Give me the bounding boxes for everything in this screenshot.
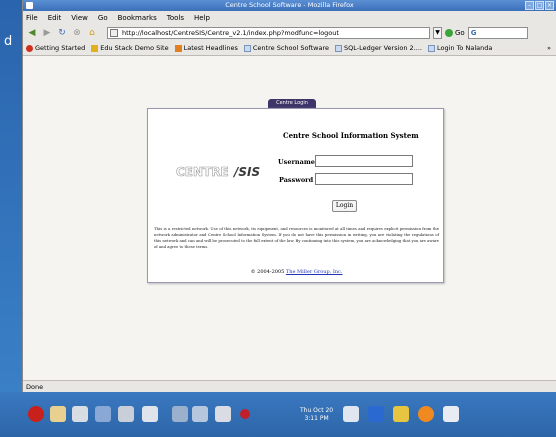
desktop-background: d [0, 0, 22, 392]
menu-view[interactable]: View [71, 14, 88, 22]
username-input[interactable] [315, 155, 413, 167]
bookmark-centre-school[interactable]: Centre School Software [243, 44, 329, 52]
firefox-icon [26, 44, 33, 52]
url-input[interactable]: http://localhost/CentreSIS/Centre_v2.1/i… [107, 27, 430, 39]
desktop-icon-label: d [4, 34, 13, 49]
page-icon [427, 44, 435, 52]
menu-edit[interactable]: Edit [48, 14, 62, 22]
miller-group-link[interactable]: The Miller Group, Inc. [286, 269, 343, 275]
legal-notice: This is a restricted network. Use of thi… [154, 226, 439, 249]
menu-go[interactable]: Go [98, 14, 108, 22]
redhat-menu-icon[interactable] [28, 406, 44, 422]
go-icon [445, 29, 453, 37]
system-title: Centre School Information System [283, 131, 419, 140]
back-icon[interactable]: ◀ [26, 27, 38, 39]
title-bar[interactable]: Centre School Software - Mozilla Firefox… [23, 0, 556, 11]
menu-help[interactable]: Help [194, 14, 210, 22]
page-content: Centre Login Centre School Information S… [23, 56, 556, 380]
rss-icon [174, 44, 182, 52]
bookmark-latest-headlines[interactable]: Latest Headlines [174, 44, 238, 52]
notes-icon[interactable] [215, 406, 231, 422]
login-button[interactable]: Login [332, 200, 357, 212]
firefox-icon[interactable] [418, 406, 434, 422]
bookmark-edu-stack[interactable]: Edu Stack Demo Site [91, 44, 169, 52]
menu-bookmarks[interactable]: Bookmarks [118, 14, 157, 22]
browser-icon[interactable] [72, 406, 88, 422]
go-label: Go [455, 29, 465, 37]
username-label: Username [278, 158, 315, 166]
menu-tools[interactable]: Tools [167, 14, 184, 22]
login-tab: Centre Login [268, 99, 316, 108]
url-text: http://localhost/CentreSIS/Centre_v2.1/i… [122, 29, 339, 37]
maximize-button[interactable]: □ [535, 1, 544, 10]
page-icon [110, 29, 118, 37]
browser-window: Centre School Software - Mozilla Firefox… [22, 0, 556, 392]
go-button[interactable]: Go [445, 29, 465, 37]
url-history-dropdown[interactable]: ▼ [433, 27, 442, 39]
window-title: Centre School Software - Mozilla Firefox [225, 1, 354, 9]
login-panel: Centre School Information System CENTRE … [147, 108, 444, 283]
centre-sis-logo: CENTRE /SIS [176, 165, 260, 179]
graphics-icon[interactable] [142, 406, 158, 422]
chevron-right-icon[interactable]: » [547, 44, 556, 52]
mail-icon[interactable] [50, 406, 66, 422]
svg-text:CENTRE: CENTRE [176, 165, 229, 179]
password-label: Password [279, 176, 314, 184]
forward-icon[interactable]: ▶ [41, 27, 53, 39]
window-list-icon[interactable] [192, 406, 208, 422]
window-menu-icon[interactable] [26, 2, 33, 9]
password-input[interactable] [315, 173, 413, 185]
presentation-icon[interactable] [118, 406, 134, 422]
svg-text:/SIS: /SIS [232, 165, 260, 179]
bookmarks-toolbar: Getting Started Edu Stack Demo Site Late… [23, 41, 556, 56]
editor-icon[interactable] [95, 406, 111, 422]
reload-icon[interactable]: ↻ [56, 27, 68, 39]
bookmark-nalanda[interactable]: Login To Nalanda [427, 44, 492, 52]
update-icon[interactable] [393, 406, 409, 422]
search-input[interactable]: G [467, 27, 528, 39]
page-icon [335, 44, 342, 52]
workspace-switcher-icon[interactable] [172, 406, 188, 422]
network-icon[interactable] [368, 406, 384, 422]
print-icon[interactable] [443, 406, 459, 422]
status-bar: Done [23, 380, 556, 392]
volume-icon[interactable] [343, 406, 359, 422]
clock[interactable]: Thu Oct 20 3:11 PM [300, 407, 333, 423]
home-icon[interactable]: ⌂ [86, 27, 98, 39]
stop-icon[interactable]: ⊗ [71, 27, 83, 39]
menu-file[interactable]: File [26, 14, 38, 22]
close-button[interactable]: × [545, 1, 554, 10]
page-icon [243, 44, 251, 52]
bookmark-star-icon [91, 44, 99, 52]
copyright: © 2004-2005 The Miller Group, Inc. [250, 269, 343, 275]
alert-icon[interactable] [240, 409, 250, 419]
minimize-button[interactable]: – [525, 1, 534, 10]
bookmark-sql-ledger[interactable]: SQL-Ledger Version 2.... [335, 44, 422, 52]
menu-bar: File Edit View Go Bookmarks Tools Help [23, 11, 556, 25]
taskbar: Thu Oct 20 3:11 PM [0, 392, 556, 437]
navigation-toolbar: ◀ ▶ ↻ ⊗ ⌂ http://localhost/CentreSIS/Cen… [23, 25, 556, 41]
bookmark-getting-started[interactable]: Getting Started [26, 44, 85, 52]
